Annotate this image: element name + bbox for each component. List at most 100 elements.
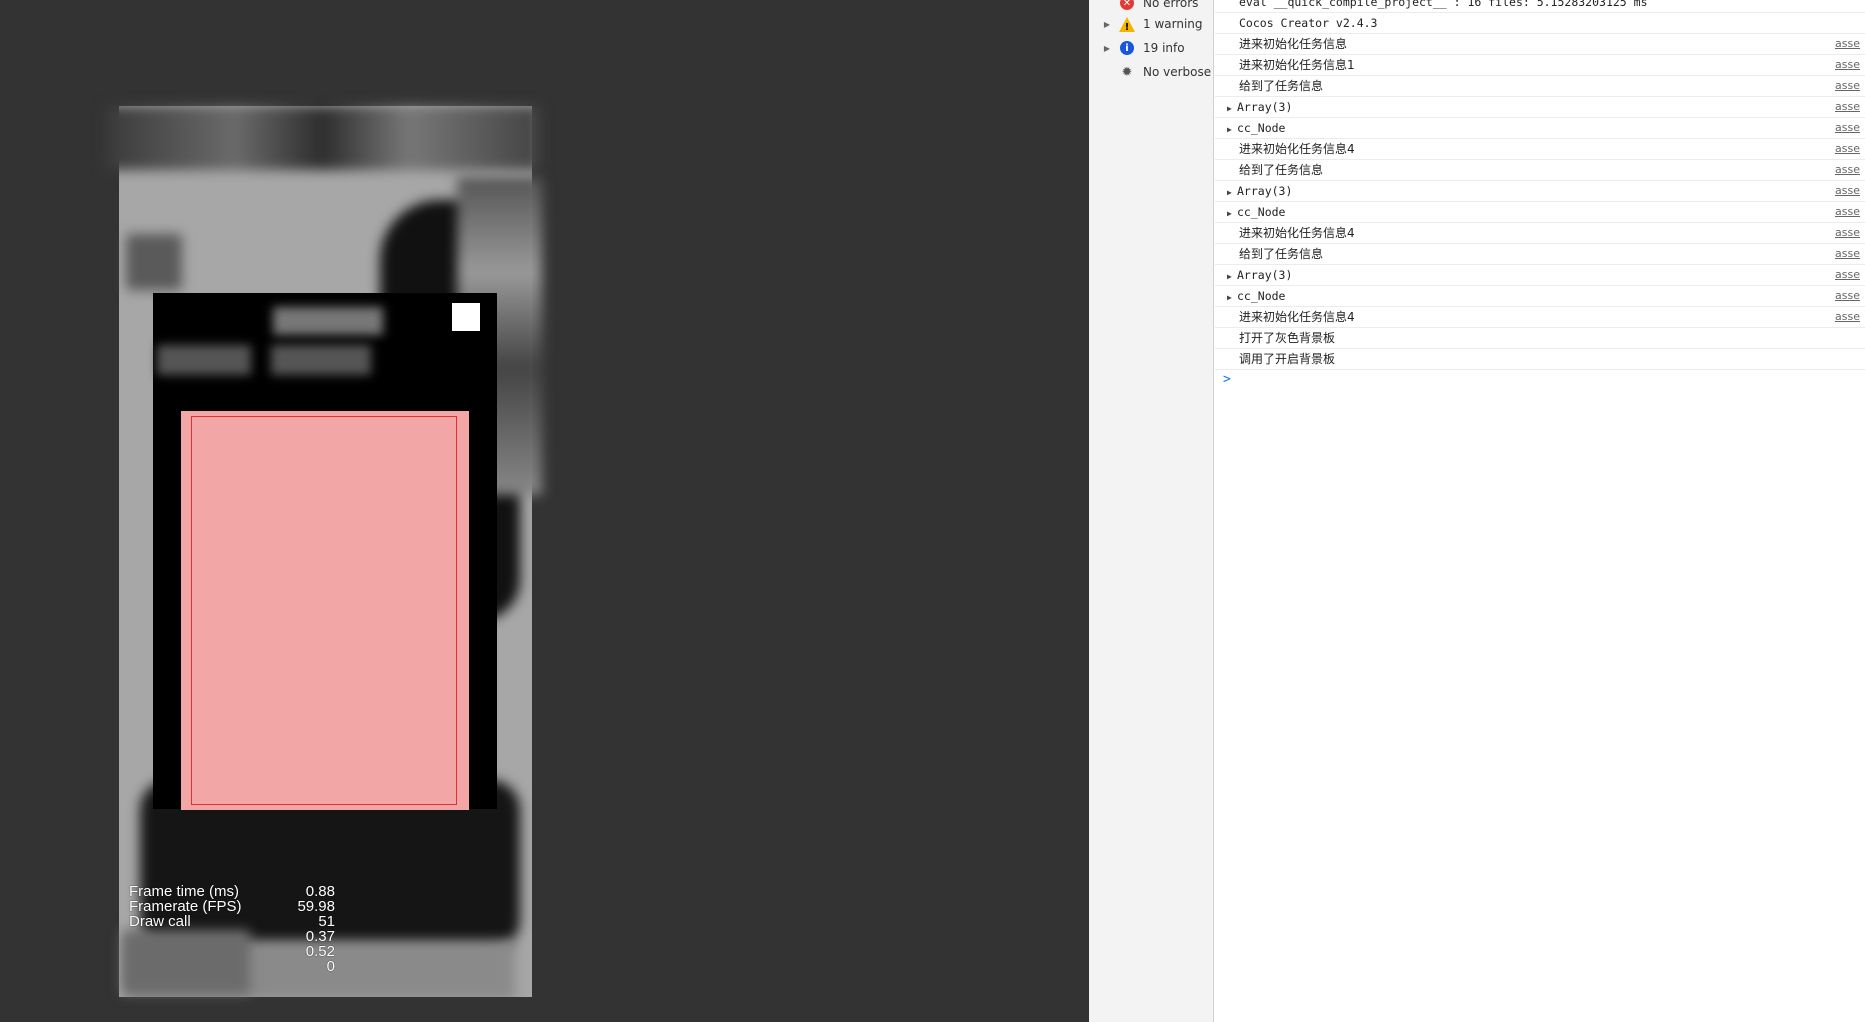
log-source-link[interactable]: asse [1835, 265, 1865, 285]
log-message: 进来初始化任务信息4 [1239, 226, 1355, 240]
expand-arrow-icon[interactable]: ▶ [1227, 267, 1237, 287]
filter-verbose[interactable]: ✹ No verbose [1089, 61, 1213, 83]
filter-label: No errors [1143, 0, 1199, 10]
console-log-line: ▶ Array(3) asse [1215, 265, 1865, 286]
log-source-link[interactable]: asse [1835, 55, 1865, 75]
stat-value: 51 [318, 913, 335, 930]
bug-icon: ✹ [1121, 64, 1133, 80]
info-icon: i [1119, 40, 1135, 56]
log-message: 进来初始化任务信息4 [1239, 310, 1355, 324]
warning-icon: ! [1119, 16, 1135, 32]
log-source-link[interactable]: asse [1835, 76, 1865, 96]
stat-label: Framerate (FPS) [129, 898, 242, 915]
blurred-back-button[interactable] [126, 234, 182, 290]
console-log-list[interactable]: eval __quick_compile_project__ : 16 file… [1215, 0, 1865, 1022]
console-log-line: ▶ Array(3) asse [1215, 97, 1865, 118]
log-source-link[interactable]: asse [1835, 118, 1865, 138]
log-source-link[interactable]: asse [1835, 160, 1865, 180]
expand-arrow-icon[interactable]: ▶ [1227, 99, 1237, 119]
log-message: 调用了开启背景板 [1239, 352, 1336, 366]
log-message: 给到了任务信息 [1239, 163, 1324, 177]
expand-arrow-icon[interactable]: ▶ [1227, 120, 1237, 140]
log-source-link[interactable]: asse [1835, 181, 1865, 201]
error-icon: ✕ [1119, 0, 1135, 11]
stat-label: Draw call [129, 913, 191, 930]
log-source-link[interactable]: asse [1835, 244, 1865, 264]
console-log-line: 进来初始化任务信息4 asse [1215, 139, 1865, 160]
blurred-modal-label [271, 345, 371, 375]
log-source-link[interactable]: asse [1835, 286, 1865, 306]
log-message[interactable]: Array(3) [1237, 100, 1292, 114]
expand-arrow-icon[interactable]: ▶ [1227, 288, 1237, 308]
expand-arrow-icon[interactable]: ▶ [1227, 204, 1237, 224]
log-source-link[interactable]: asse [1835, 97, 1865, 117]
log-message[interactable]: cc_Node [1237, 121, 1285, 135]
console-log-line: 进来初始化任务信息4 asse [1215, 223, 1865, 244]
stat-value: 0.37 [305, 928, 335, 945]
log-message[interactable]: Array(3) [1237, 268, 1292, 282]
console-log-line: 进来初始化任务信息4 asse [1215, 307, 1865, 328]
stat-row: Framerate (FPS) 59.98 [129, 899, 335, 914]
filter-warnings[interactable]: ▶ ! 1 warning [1089, 13, 1213, 35]
console-log-line: 打开了灰色背景板 [1215, 328, 1865, 349]
expand-arrow-icon[interactable]: ▶ [1227, 183, 1237, 203]
console-log-line: ▶ cc_Node asse [1215, 286, 1865, 307]
log-message[interactable]: cc_Node [1237, 205, 1285, 219]
console-log-line: ▶ cc_Node asse [1215, 118, 1865, 139]
filter-label: 19 info [1143, 41, 1185, 55]
log-message: 进来初始化任务信息4 [1239, 142, 1355, 156]
console-prompt[interactable]: > [1215, 370, 1865, 390]
log-source-link[interactable]: asse [1835, 139, 1865, 159]
expand-arrow-icon[interactable]: ▶ [1099, 20, 1115, 29]
console-log-line: 给到了任务信息 asse [1215, 244, 1865, 265]
stat-label: Frame time (ms) [129, 883, 239, 900]
stat-row: Frame time (ms) 0.88 [129, 884, 335, 899]
expand-arrow-icon[interactable]: ▶ [1099, 44, 1115, 53]
blurred-modal-title [273, 307, 383, 335]
stat-row: 0.37 [129, 929, 335, 944]
stat-value: 0.52 [305, 943, 335, 960]
stat-value: 0 [326, 958, 335, 975]
log-message: eval __quick_compile_project__ : 16 file… [1239, 0, 1648, 9]
filter-label: No verbose [1143, 65, 1212, 79]
console-log-line: 进来初始化任务信息1 asse [1215, 55, 1865, 76]
stat-row: 0 [129, 959, 335, 974]
console-log-line: 进来初始化任务信息 asse [1215, 34, 1865, 55]
task-modal-panel [153, 293, 497, 810]
log-message[interactable]: cc_Node [1237, 289, 1285, 303]
log-message: 进来初始化任务信息1 [1239, 58, 1355, 72]
console-log-line: 给到了任务信息 asse [1215, 76, 1865, 97]
console-log-line: ▶ Array(3) asse [1215, 181, 1865, 202]
stat-value: 59.98 [297, 898, 335, 915]
log-message: Cocos Creator v2.4.3 [1239, 16, 1378, 30]
console-sidebar: ✕ No errors ▶ ! 1 warning ▶ i 19 info ✹ … [1089, 0, 1214, 1022]
debug-stats-overlay: Frame time (ms) 0.88 Framerate (FPS) 59.… [129, 884, 335, 974]
prompt-chevron-icon: > [1223, 372, 1231, 387]
console-log-line: 给到了任务信息 asse [1215, 160, 1865, 181]
task-card-placeholder[interactable] [181, 411, 469, 810]
game-preview-area: Frame time (ms) 0.88 Framerate (FPS) 59.… [0, 0, 1089, 1022]
log-source-link[interactable]: asse [1835, 307, 1865, 327]
svg-text:!: ! [1125, 22, 1130, 32]
log-source-link[interactable]: asse [1835, 34, 1865, 54]
log-lines-container: eval __quick_compile_project__ : 16 file… [1215, 0, 1865, 370]
log-message: 进来初始化任务信息 [1239, 37, 1348, 51]
console-log-line: 调用了开启背景板 [1215, 349, 1865, 370]
stat-row: 0.52 [129, 944, 335, 959]
filter-info[interactable]: ▶ i 19 info [1089, 37, 1213, 59]
task-card-border [191, 416, 457, 805]
console-log-line: ▶ cc_Node asse [1215, 202, 1865, 223]
log-message[interactable]: Array(3) [1237, 184, 1292, 198]
filter-errors[interactable]: ✕ No errors [1089, 0, 1213, 14]
log-source-link[interactable]: asse [1835, 223, 1865, 243]
blurred-top-banner [105, 106, 539, 170]
log-source-link[interactable]: asse [1835, 202, 1865, 222]
log-message: 打开了灰色背景板 [1239, 331, 1336, 345]
modal-close-button[interactable] [452, 303, 480, 331]
log-message: 给到了任务信息 [1239, 79, 1324, 93]
devtools-console-panel: ✕ No errors ▶ ! 1 warning ▶ i 19 info ✹ … [1089, 0, 1865, 1022]
console-log-line: Cocos Creator v2.4.3 [1215, 13, 1865, 34]
stat-value: 0.88 [305, 883, 335, 900]
log-message: 给到了任务信息 [1239, 247, 1324, 261]
blurred-modal-label [157, 345, 251, 375]
